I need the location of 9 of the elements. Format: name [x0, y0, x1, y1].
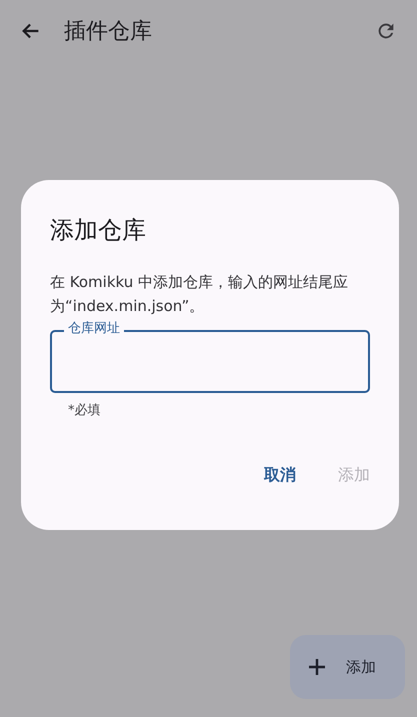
dialog-title: 添加仓库 [50, 215, 147, 246]
add-label: 添加 [346, 656, 376, 678]
add-button[interactable]: 添加 [290, 635, 405, 699]
field-label: 仓库网址 [64, 321, 124, 337]
helper-text: *必填 [68, 402, 102, 420]
plus-icon [308, 658, 326, 676]
dialog-button[interactable]: 取消 [250, 454, 310, 494]
dialog-message: 在 Komikku 中添加仓库，输入的网址结尾应为“index.min.json”。 [50, 272, 350, 317]
page-title: 插件仓库 [64, 18, 152, 46]
